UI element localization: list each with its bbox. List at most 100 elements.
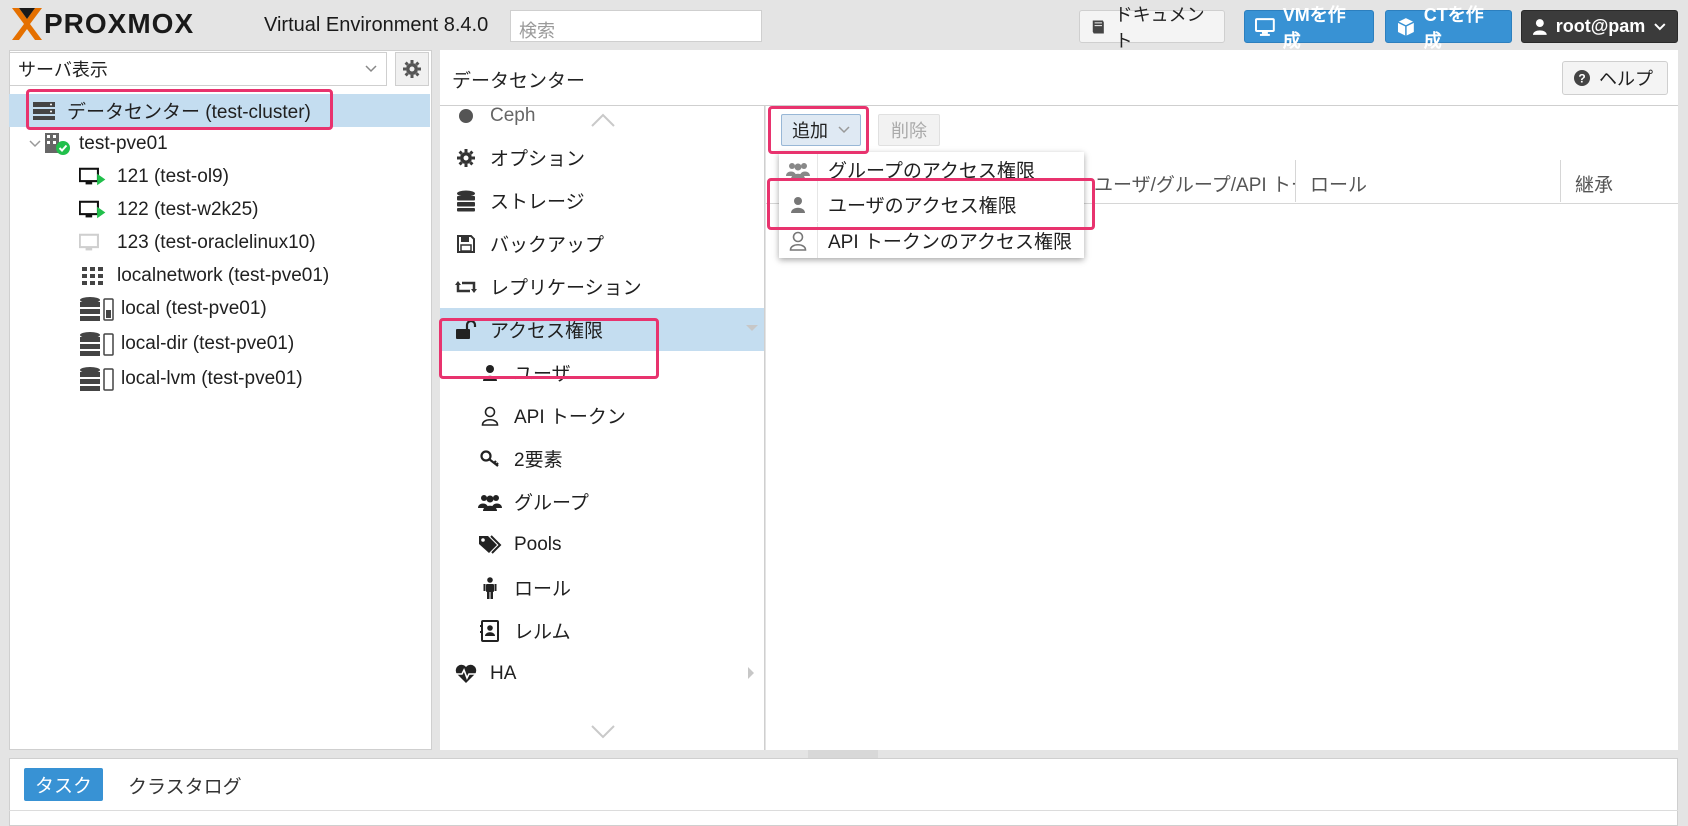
menu-item-backup[interactable]: バックアップ bbox=[440, 222, 764, 265]
tree-item-storage-local-dir[interactable]: local-dir (test-pve01) bbox=[9, 327, 430, 360]
tree-item-network[interactable]: localnetwork (test-pve01) bbox=[9, 259, 430, 292]
menu-item-realms[interactable]: レルム bbox=[440, 609, 764, 652]
dropdown-item-label: グループのアクセス権限 bbox=[828, 161, 1035, 182]
storage-icon bbox=[79, 296, 115, 321]
column-header-role[interactable]: ロール bbox=[1296, 160, 1561, 202]
menu-item-users[interactable]: ユーザ bbox=[440, 351, 764, 394]
chevron-down-icon bbox=[1654, 22, 1666, 30]
vm-stopped-icon bbox=[79, 231, 107, 255]
tree-item-label: データセンター (test-cluster) bbox=[67, 102, 311, 123]
floppy-disk-icon bbox=[454, 234, 478, 254]
menu-item-two-factor[interactable]: 2要素 bbox=[440, 437, 764, 480]
tree-item-label: localnetwork (test-pve01) bbox=[117, 264, 330, 286]
menu-item-replication[interactable]: レプリケーション bbox=[440, 265, 764, 308]
menu-item-label: バックアップ bbox=[490, 235, 605, 256]
view-select[interactable]: サーバ表示 bbox=[9, 52, 387, 86]
tree-item-vm-122[interactable]: 122 (test-w2k25) bbox=[9, 193, 430, 226]
chevron-down-icon bbox=[838, 126, 850, 134]
question-circle-icon: ? bbox=[1574, 70, 1590, 86]
storage-icon bbox=[79, 331, 115, 356]
menu-item-label: グループ bbox=[514, 493, 589, 514]
view-select-value: サーバ表示 bbox=[18, 60, 108, 80]
tab-cluster-log[interactable]: クラスタログ bbox=[128, 772, 242, 799]
menu-item-api-tokens[interactable]: API トークン bbox=[440, 394, 764, 437]
menu-item-roles[interactable]: ロール bbox=[440, 566, 764, 609]
menu-item-label: ユーザ bbox=[514, 364, 571, 385]
menu-item-label: ロール bbox=[514, 579, 572, 600]
create-ct-button[interactable]: CTを作成 bbox=[1385, 5, 1512, 51]
user-menu-button[interactable]: root@pam bbox=[1521, 10, 1678, 43]
chevron-down-icon[interactable] bbox=[9, 139, 41, 148]
documentation-button[interactable]: ドキュメント bbox=[1079, 5, 1225, 51]
help-label: ヘルプ bbox=[1599, 69, 1653, 89]
user-icon bbox=[1532, 18, 1547, 35]
menu-item-label: Ceph bbox=[490, 106, 536, 126]
svg-text:?: ? bbox=[1578, 72, 1585, 86]
add-dropdown-menu: グループのアクセス権限 ユーザのアクセス権限 API トークンのアクセス権限 bbox=[779, 152, 1084, 258]
logo-text: PROXMOX bbox=[44, 8, 195, 39]
dropdown-item-token-permission[interactable]: API トークンのアクセス権限 bbox=[779, 223, 1084, 258]
menu-item-label: 2要素 bbox=[514, 450, 563, 471]
search-input[interactable]: 検索 bbox=[510, 10, 762, 42]
create-vm-button[interactable]: VMを作成 bbox=[1244, 5, 1374, 51]
gear-icon bbox=[403, 60, 421, 78]
menu-item-groups[interactable]: グループ bbox=[440, 480, 764, 523]
dropdown-item-user-permission[interactable]: ユーザのアクセス権限 bbox=[779, 187, 1084, 222]
address-book-icon bbox=[478, 619, 502, 642]
proxmox-logo: PROXMOX bbox=[10, 6, 194, 42]
panel-splitter[interactable] bbox=[808, 750, 878, 758]
tree-settings-button[interactable] bbox=[395, 52, 429, 86]
storage-icon bbox=[79, 366, 115, 391]
documentation-label: ドキュメント bbox=[1114, 4, 1205, 51]
center-header bbox=[440, 50, 1678, 106]
version-text: Virtual Environment 8.4.0 bbox=[264, 14, 489, 36]
tree-item-storage-local-lvm[interactable]: local-lvm (test-pve01) bbox=[9, 362, 430, 395]
cube-icon bbox=[1397, 17, 1415, 36]
dropdown-item-label: API トークンのアクセス権限 bbox=[828, 232, 1072, 253]
menu-item-label: ストレージ bbox=[490, 192, 585, 213]
gear-icon bbox=[454, 148, 478, 168]
menu-item-storage[interactable]: ストレージ bbox=[440, 179, 764, 222]
create-vm-label: VMを作成 bbox=[1282, 4, 1346, 51]
tree-item-label: local-dir (test-pve01) bbox=[121, 332, 295, 354]
column-header-user[interactable]: ユーザ/グループ/API トークン bbox=[1080, 160, 1296, 202]
tree-item-vm-123[interactable]: 123 (test-oraclelinux10) bbox=[9, 226, 430, 259]
menu-item-pools[interactable]: Pools bbox=[440, 523, 764, 566]
tree-item-node[interactable]: test-pve01 bbox=[9, 127, 430, 160]
tree-item-label: 123 (test-oraclelinux10) bbox=[117, 231, 316, 253]
tree-item-vm-121[interactable]: 121 (test-ol9) bbox=[9, 160, 430, 193]
delete-button[interactable]: 削除 bbox=[878, 114, 940, 146]
dropdown-item-group-permission[interactable]: グループのアクセス権限 bbox=[779, 152, 1084, 187]
tree-item-storage-local[interactable]: local (test-pve01) bbox=[9, 292, 430, 325]
help-button[interactable]: ? ヘルプ bbox=[1562, 61, 1668, 95]
key-icon bbox=[478, 449, 502, 468]
tree-item-label: 122 (test-w2k25) bbox=[117, 198, 259, 220]
menu-item-label: Pools bbox=[514, 533, 562, 555]
add-button[interactable]: 追加 bbox=[781, 114, 861, 146]
menu-item-permissions[interactable]: アクセス権限 bbox=[440, 308, 764, 351]
heartbeat-icon bbox=[454, 664, 478, 684]
menu-item-ha[interactable]: HA bbox=[440, 652, 764, 695]
menu-item-label: HA bbox=[490, 662, 517, 684]
server-rack-icon bbox=[29, 99, 59, 123]
scroll-down-icon[interactable] bbox=[590, 724, 616, 740]
menu-item-options[interactable]: オプション bbox=[440, 136, 764, 179]
dropdown-item-label: ユーザのアクセス権限 bbox=[828, 196, 1017, 217]
user-outline-icon bbox=[478, 406, 502, 426]
desktop-icon bbox=[1255, 17, 1275, 36]
tab-tasks[interactable]: タスク bbox=[24, 768, 103, 801]
network-grid-icon bbox=[79, 264, 107, 288]
menu-item-ceph[interactable]: Ceph bbox=[440, 106, 764, 137]
bottom-panel bbox=[9, 758, 1678, 826]
tree-item-datacenter[interactable]: データセンター (test-cluster) bbox=[9, 94, 430, 127]
proxmox-x-icon bbox=[12, 8, 42, 40]
node-online-icon bbox=[41, 132, 73, 156]
vm-running-icon bbox=[79, 198, 107, 222]
menu-item-label: API トークン bbox=[514, 407, 626, 428]
chevron-down-icon bbox=[365, 65, 377, 73]
column-header-propagate[interactable]: 継承 bbox=[1561, 160, 1678, 202]
person-icon bbox=[478, 576, 502, 599]
users-icon bbox=[779, 152, 818, 187]
tags-icon bbox=[478, 534, 502, 555]
caret-down-icon bbox=[745, 324, 759, 332]
